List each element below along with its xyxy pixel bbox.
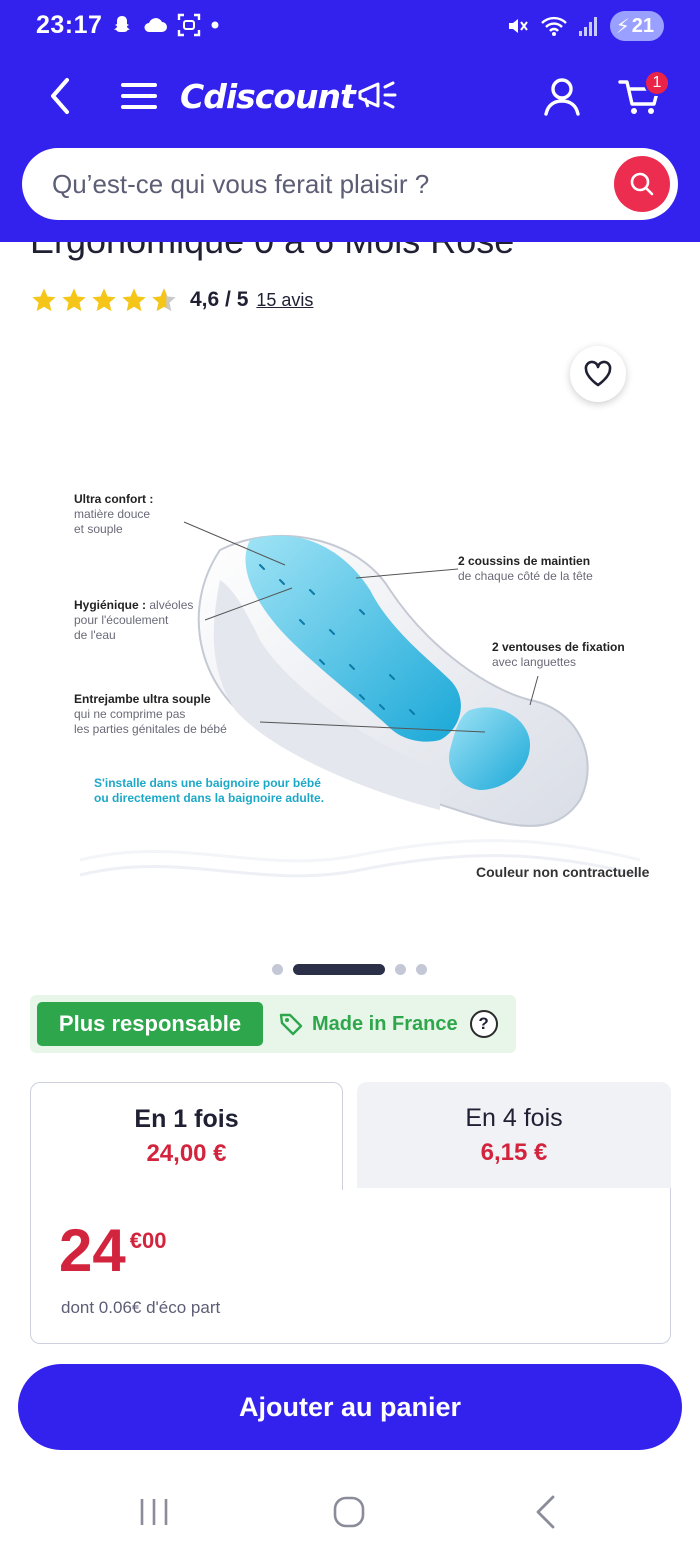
payment-panel: 24 €00 dont 0.06€ d'éco part — [30, 1188, 671, 1344]
heart-icon — [584, 360, 612, 387]
image-label-comfort: Ultra confort : matière douce et souple — [74, 492, 154, 536]
image-caption: Couleur non contractuelle — [476, 864, 650, 880]
image-label-crotch: Entrejambe ultra souple qui ne comprime p… — [74, 692, 227, 736]
star-icon — [32, 288, 56, 312]
payment-options: En 1 fois 24,00 € En 4 fois 6,15 € 24 €0… — [30, 1082, 671, 1344]
price-decimal: €00 — [129, 1228, 167, 1253]
reviews-link[interactable]: 15 avis — [256, 290, 313, 311]
tab-pay-four-times[interactable]: En 4 fois 6,15 € — [357, 1082, 671, 1190]
carousel-dot[interactable] — [395, 963, 406, 975]
battery-level: 21 — [631, 14, 654, 37]
status-time: 23:17 — [36, 11, 103, 39]
search-icon — [630, 172, 654, 196]
navbar: Cdiscount 1 — [0, 60, 700, 136]
product-image[interactable]: Ultra confort : matière douce et souple Hy… — [60, 470, 660, 890]
dot-icon — [211, 21, 219, 29]
tag-icon — [279, 1013, 303, 1036]
recents-icon — [140, 1499, 168, 1525]
battery-icon: ⚡ 21 — [609, 11, 664, 41]
chevron-left-icon — [51, 78, 69, 114]
carousel-dot[interactable] — [416, 963, 427, 975]
recents-button[interactable] — [124, 1490, 184, 1534]
price-integer: 24 — [59, 1217, 126, 1284]
product-badges: Plus responsable Made in France ? — [30, 995, 516, 1053]
search-bar — [22, 148, 678, 220]
wifi-icon — [540, 16, 567, 36]
screenshot-icon — [177, 13, 201, 37]
megaphone-icon — [358, 81, 397, 109]
star-half-icon — [152, 288, 176, 312]
cart-count-badge: 1 — [644, 70, 670, 96]
product-price: 24 €00 — [59, 1218, 166, 1284]
image-label-suction: 2 ventouses de fixation avec languettes — [492, 640, 625, 669]
image-label-hygienic: Hygiénique : alvéoles pour l'écoulement de… — [74, 598, 194, 642]
account-button[interactable] — [538, 72, 586, 120]
add-to-cart-button[interactable]: Ajouter au panier — [18, 1364, 682, 1450]
mute-icon — [508, 19, 528, 33]
signal-icon — [578, 17, 597, 36]
tab-label: En 4 fois — [465, 1104, 563, 1132]
status-bar: 23:17 ⚡ 21 — [0, 0, 700, 52]
rating-stars — [30, 286, 178, 314]
carousel-dots — [272, 963, 427, 975]
home-button[interactable] — [319, 1490, 379, 1534]
favorite-button[interactable] — [570, 346, 626, 402]
responsible-badge[interactable]: Plus responsable — [37, 1002, 263, 1046]
battery-charging-icon: ⚡ — [615, 15, 630, 38]
cloud-icon — [144, 18, 167, 32]
system-back-button[interactable] — [515, 1490, 575, 1534]
carousel-dot[interactable] — [272, 963, 283, 975]
snapchat-icon — [114, 16, 130, 32]
eco-part-text: dont 0.06€ d'éco part — [61, 1298, 221, 1317]
system-navigation-bar — [0, 1470, 700, 1556]
tab-price: 6,15 € — [480, 1139, 548, 1166]
carousel-dot-active[interactable] — [293, 963, 385, 975]
help-icon[interactable]: ? — [469, 1010, 498, 1038]
back-button[interactable] — [38, 74, 82, 118]
tab-label: En 1 fois — [134, 1105, 239, 1133]
star-icon — [62, 288, 86, 312]
home-icon — [333, 1496, 365, 1528]
cdiscount-logo[interactable]: Cdiscount — [180, 74, 399, 118]
tab-price: 24,00 € — [146, 1140, 227, 1167]
search-input[interactable] — [52, 148, 592, 220]
hamburger-icon — [121, 83, 157, 109]
status-icons-left — [110, 10, 220, 40]
image-install-note: S'installe dans une baignoire pour bébé o… — [94, 776, 325, 805]
star-icon — [92, 288, 116, 312]
cart-button[interactable]: 1 — [614, 70, 670, 120]
made-in-france-label: Made in France — [312, 1012, 458, 1035]
made-in-france-badge[interactable]: Made in France ? — [278, 1002, 498, 1046]
app-header: 23:17 ⚡ 21 Cdiscount 1 Qu’est-ce qui vou… — [0, 0, 700, 242]
search-button[interactable] — [614, 156, 670, 212]
logo-text: Cdiscount — [180, 76, 356, 116]
user-icon — [544, 78, 580, 116]
rating-value: 4,6 / 5 — [190, 288, 249, 311]
menu-button[interactable] — [116, 74, 162, 118]
image-label-cushions: 2 coussins de maintien de chaque côté de … — [458, 554, 593, 583]
product-rating[interactable]: 4,6 / 5 15 avis — [30, 284, 313, 316]
tab-pay-once[interactable]: En 1 fois 24,00 € — [30, 1082, 343, 1190]
star-icon — [122, 288, 146, 312]
status-icons-right: ⚡ 21 — [506, 10, 664, 42]
back-icon — [536, 1495, 555, 1529]
